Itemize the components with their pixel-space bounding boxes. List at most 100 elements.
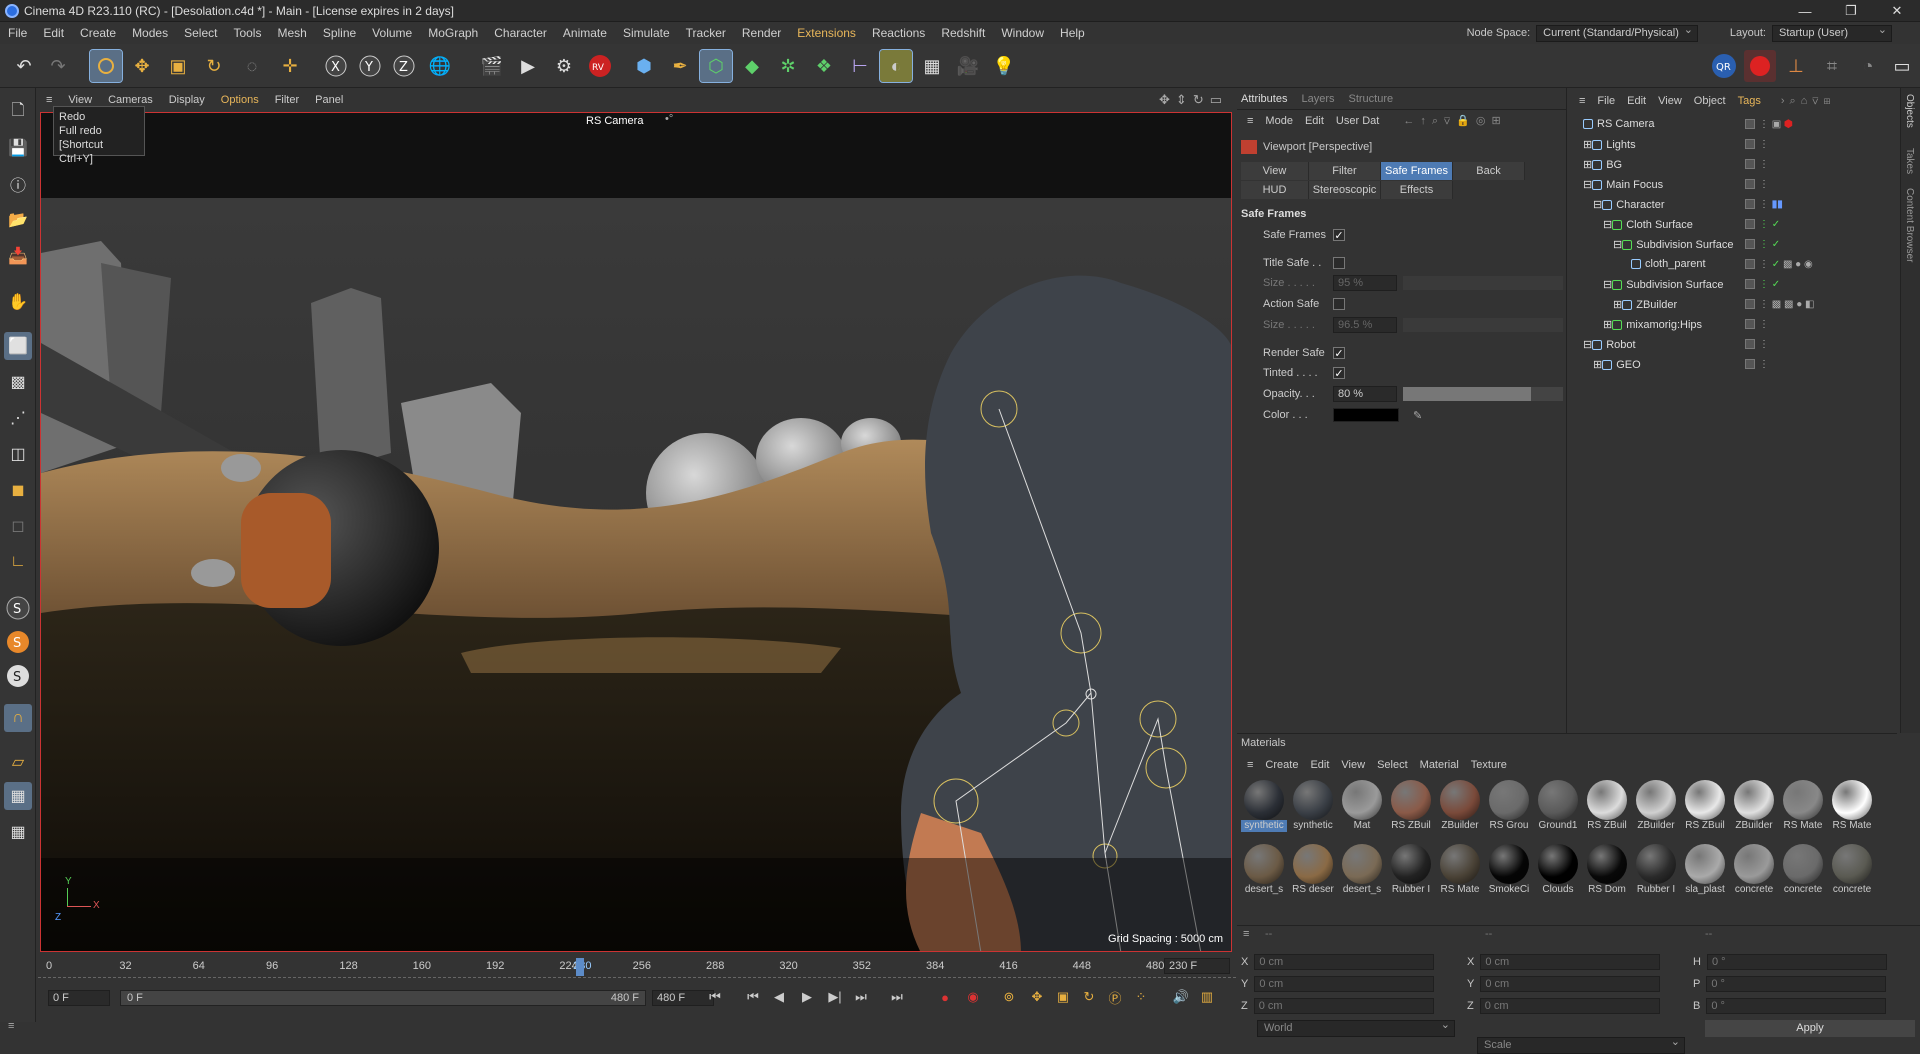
save-icon[interactable]: 💾 <box>4 134 32 162</box>
menu-animate[interactable]: Animate <box>555 26 615 40</box>
menu-create[interactable]: Create <box>72 26 124 40</box>
recent-tools-icon[interactable]: ◌ <box>236 50 268 82</box>
viewport-menu-filter[interactable]: Filter <box>267 94 307 106</box>
workplane-icon[interactable]: ◔ <box>1852 50 1884 82</box>
material-swatch[interactable]: Rubber I <box>1633 844 1679 896</box>
coord-size-z-field[interactable]: 0 cm <box>1479 998 1660 1014</box>
material-swatch[interactable]: concrete <box>1780 844 1826 896</box>
live-selection-icon[interactable] <box>89 49 123 83</box>
hamburger-icon[interactable]: ≡ <box>1241 115 1259 127</box>
menu-spline[interactable]: Spline <box>315 26 364 40</box>
record-icon[interactable]: ● <box>934 986 956 1008</box>
key-position-icon[interactable]: ✥ <box>1026 986 1048 1008</box>
add-tool-icon[interactable]: ✛ <box>274 50 306 82</box>
object-row-cloth-surface[interactable]: ⊟ Cloth Surface ⋮ ✓ <box>1569 214 1889 234</box>
info-icon[interactable]: ⓘ <box>4 170 32 198</box>
side-tab-takes[interactable]: Takes <box>1904 148 1915 174</box>
obj-menu-edit[interactable]: Edit <box>1621 95 1652 107</box>
attr-tab-hud[interactable]: HUD <box>1241 181 1309 199</box>
object-row-robot[interactable]: ⊟ Robot ⋮ <box>1569 334 1889 354</box>
play-icon[interactable]: ▶ <box>796 986 818 1008</box>
maximize-button[interactable]: ❐ <box>1828 0 1874 22</box>
move-icon[interactable]: ✥ <box>126 50 158 82</box>
material-swatch[interactable]: RS Mate <box>1829 780 1875 832</box>
material-swatch[interactable]: RS ZBuil <box>1388 780 1434 832</box>
attr-menu-edit[interactable]: Edit <box>1299 115 1330 127</box>
action-safe-checkbox[interactable] <box>1333 298 1345 310</box>
menu-tools[interactable]: Tools <box>225 26 269 40</box>
attr-menu-userdata[interactable]: User Dat <box>1330 115 1385 127</box>
close-button[interactable]: ✕ <box>1874 0 1920 22</box>
material-swatch[interactable]: Clouds <box>1535 844 1581 896</box>
material-swatch[interactable]: RS Grou <box>1486 780 1532 832</box>
material-swatch[interactable]: desert_s <box>1241 844 1287 896</box>
model-mode-icon[interactable]: ⬜ <box>4 332 32 360</box>
autokey-icon[interactable]: ◉ <box>962 986 984 1008</box>
obj-menu-object[interactable]: Object <box>1688 95 1732 107</box>
mat-menu-view[interactable]: View <box>1335 759 1371 771</box>
cloner-icon[interactable]: ✲ <box>772 50 804 82</box>
polygons-mode-icon[interactable]: ◼ <box>4 476 32 504</box>
magnet-icon[interactable]: ∩ <box>4 704 32 732</box>
node-space-dropdown[interactable]: Current (Standard/Physical) <box>1536 23 1698 42</box>
viewport-nav-icons[interactable]: ✥⇕↻▭ <box>1159 92 1228 108</box>
object-row-geo[interactable]: ⊞ GEO ⋮ <box>1569 354 1889 374</box>
object-row-subdivision-surface-2[interactable]: ⊟ Subdivision Surface ⋮ ✓ <box>1569 274 1889 294</box>
material-swatch[interactable]: RS ZBuil <box>1584 780 1630 832</box>
obj-menu-file[interactable]: File <box>1591 95 1621 107</box>
opacity-field[interactable]: 80 % <box>1333 386 1397 402</box>
viewport-menu-panel[interactable]: Panel <box>307 94 351 106</box>
mat-menu-select[interactable]: Select <box>1371 759 1414 771</box>
menu-edit[interactable]: Edit <box>35 26 72 40</box>
object-row-cloth-parent[interactable]: cloth_parent ⋮ ✓ ▩ ● ◉ <box>1569 254 1889 274</box>
spline-pen-icon[interactable]: ✒ <box>664 50 696 82</box>
floor-icon[interactable]: ▦ <box>916 50 948 82</box>
render-picture-viewer-icon[interactable]: ▶ <box>512 50 544 82</box>
material-swatch[interactable]: Ground1 <box>1535 780 1581 832</box>
material-swatch[interactable]: synthetic <box>1290 780 1336 832</box>
qr-plugin-icon[interactable]: QR <box>1708 50 1740 82</box>
coord-system-dropdown[interactable]: World <box>1257 1018 1455 1037</box>
light-icon[interactable]: 💡 <box>988 50 1020 82</box>
object-row-bg[interactable]: ⊞ BG ⋮ <box>1569 154 1889 174</box>
object-row-lights[interactable]: ⊞ Lights ⋮ <box>1569 134 1889 154</box>
timeline-window-icon[interactable]: ▥ <box>1196 986 1218 1008</box>
scale-icon[interactable]: ▣ <box>162 50 194 82</box>
material-swatch[interactable]: RS deser <box>1290 844 1336 896</box>
menu-file[interactable]: File <box>0 26 35 40</box>
attr-nav-icons[interactable]: ←↑⌕⊽🔒◎⊞ <box>1403 114 1506 128</box>
key-scale-icon[interactable]: ▣ <box>1052 986 1074 1008</box>
action-safe-size-slider[interactable] <box>1403 318 1563 332</box>
material-swatch[interactable]: ZBuilder <box>1633 780 1679 832</box>
redo-icon[interactable]: ↷ <box>42 50 74 82</box>
tab-structure[interactable]: Structure <box>1349 93 1394 105</box>
keyframe-selection-icon[interactable]: ⊚ <box>998 986 1020 1008</box>
open-icon[interactable]: 📂 <box>4 206 32 234</box>
z-axis-lock-icon[interactable]: Z <box>388 50 420 82</box>
material-swatch[interactable]: SmokeCi <box>1486 844 1532 896</box>
redshift-render-icon[interactable]: RV <box>584 50 616 82</box>
title-safe-size-slider[interactable] <box>1403 276 1563 290</box>
minimize-button[interactable]: — <box>1782 0 1828 22</box>
next-key-icon[interactable]: ⏭ <box>850 986 872 1008</box>
material-swatch[interactable]: RS Mate <box>1780 780 1826 832</box>
material-swatch[interactable]: RS Mate <box>1437 844 1483 896</box>
sculpt-icon[interactable]: ✋ <box>4 288 32 316</box>
points-mode-icon[interactable]: ⋰ <box>4 404 32 432</box>
menu-window[interactable]: Window <box>993 26 1052 40</box>
texture-mode-icon[interactable]: ▩ <box>4 368 32 396</box>
camera-icon[interactable]: 🎥 <box>952 50 984 82</box>
subdivision-surface-icon[interactable]: ⬡ <box>699 49 733 83</box>
rotate-icon[interactable]: ↻ <box>198 50 230 82</box>
soft-selection-icon[interactable]: S <box>4 628 32 656</box>
title-safe-size-field[interactable]: 95 % <box>1333 275 1397 291</box>
coord-pos-x-field[interactable]: 0 cm <box>1254 954 1435 970</box>
attr-tab-safe-frames[interactable]: Safe Frames <box>1381 162 1453 180</box>
new-scene-icon[interactable]: 🗋 <box>4 98 32 126</box>
go-to-end-icon[interactable]: ⏭ <box>886 986 908 1008</box>
material-swatch[interactable]: ZBuilder <box>1731 780 1777 832</box>
object-row-character[interactable]: ⊟ Character ⋮ ▮▮ <box>1569 194 1889 214</box>
sound-icon[interactable]: 🔊 <box>1170 986 1192 1008</box>
menu-select[interactable]: Select <box>176 26 225 40</box>
attr-tab-stereoscopic[interactable]: Stereoscopic <box>1309 181 1381 199</box>
